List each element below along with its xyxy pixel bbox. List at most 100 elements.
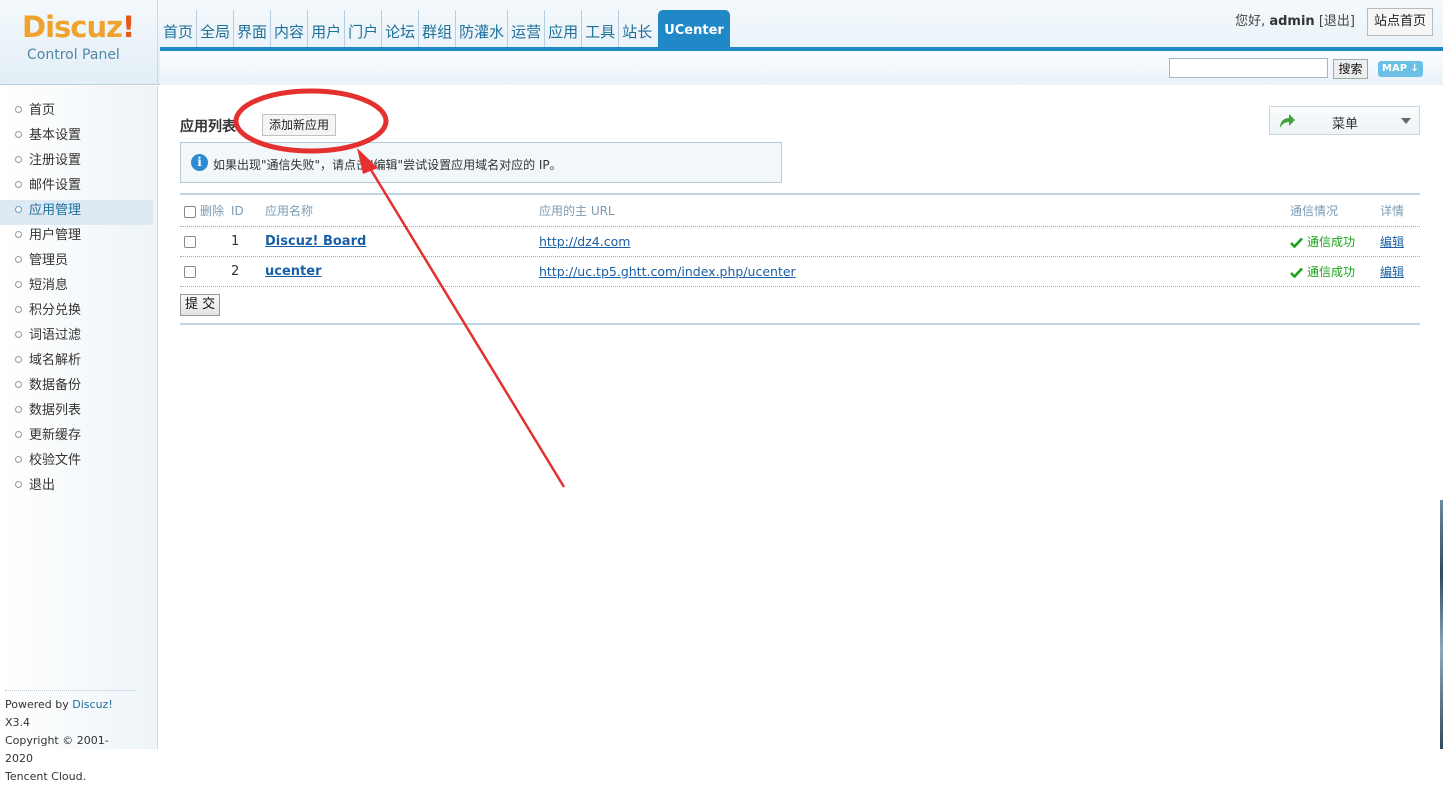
nav-item-content[interactable]: 内容 [271,10,309,48]
sidebar-item-label: 词语过滤 [29,328,82,343]
select-all-checkbox[interactable] [184,206,196,218]
sidebar-item[interactable]: 域名解析 [0,350,157,375]
row-checkbox[interactable] [184,266,196,278]
table-header: 删除 ID 应用名称 应用的主 URL 通信情况 详情 [180,195,1420,227]
sidebar-item-label: 管理员 [29,253,69,268]
bullet-icon [15,381,22,388]
nav-item-extended[interactable]: 运营 [508,10,546,48]
bullet-icon [15,431,22,438]
bullet-icon [15,156,22,163]
sidebar-item-label: 数据列表 [29,403,82,418]
copyright: Powered by Discuz! X3.4 Copyright © 2001… [5,690,135,786]
sidebar-item[interactable]: 更新缓存 [0,425,157,450]
top-nav: 首页 全局 界面 内容 用户 门户 论坛 群组 防灌水 运营 应用 工具 站长 … [160,10,730,48]
edit-link[interactable]: 编辑 [1380,227,1404,257]
sidebar-item[interactable]: 注册设置 [0,150,157,175]
bullet-icon [15,456,22,463]
nav-item-user[interactable]: 用户 [308,10,346,48]
header-detail: 详情 [1380,204,1405,218]
sidebar-item[interactable]: 数据备份 [0,375,157,400]
user-info: 您好, admin [退出] 站点首页 [1235,8,1433,36]
nav-item-tools[interactable]: 工具 [582,10,620,48]
app-name-link[interactable]: ucenter [265,257,321,287]
edit-link[interactable]: 编辑 [1380,257,1404,287]
sidebar-item[interactable]: 数据列表 [0,400,157,425]
nav-item-portal[interactable]: 门户 [345,10,383,48]
bullet-icon [15,206,22,213]
row-id: 2 [231,264,240,279]
logout-link[interactable]: [退出] [1319,14,1355,29]
logo-subtitle: Control Panel [27,47,120,63]
sidebar-item[interactable]: 基本设置 [0,125,157,150]
submit-button[interactable]: 提 交 [180,294,221,316]
logo[interactable]: Discuz! Control Panel [0,0,158,85]
nav-item-safe[interactable]: 防灌水 [456,10,509,48]
sidebar-item-label: 积分兑换 [29,303,82,318]
sidebar-item[interactable]: 短消息 [0,275,157,300]
nav-item-group[interactable]: 群组 [419,10,457,48]
sidebar-item[interactable]: 应用管理 [0,200,153,225]
app-name-link[interactable]: Discuz! Board [265,227,366,257]
nav-item-founder[interactable]: 站长 [619,10,655,48]
sidebar-item-label: 短消息 [29,278,69,293]
site-home-button[interactable]: 站点首页 [1366,8,1433,36]
discuz-link[interactable]: Discuz! [72,698,112,711]
bullet-icon [15,306,22,313]
menu-dropdown[interactable]: 菜单 [1269,106,1420,135]
app-url-link[interactable]: http://uc.tp5.ghtt.com/index.php/ucenter [539,257,796,287]
sidebar-item[interactable]: 退出 [0,475,157,500]
sidebar-item[interactable]: 用户管理 [0,225,157,250]
bullet-icon [15,131,22,138]
sidebar-item-label: 退出 [29,478,56,493]
nav-item-forum[interactable]: 论坛 [382,10,420,48]
sidebar-item[interactable]: 积分兑换 [0,300,157,325]
row-checkbox[interactable] [184,236,196,248]
chevron-down-icon [1401,118,1411,124]
header-name: 应用名称 [265,204,314,218]
sidebar-item[interactable]: 词语过滤 [0,325,157,350]
nav-item-plugin[interactable]: 应用 [545,10,583,48]
search-button[interactable]: 搜索 [1333,59,1368,79]
header-id: ID [231,204,244,218]
sidebar-item[interactable]: 校验文件 [0,450,157,475]
bullet-icon [15,106,22,113]
user-greeting: 您好, admin [退出] [1235,14,1355,29]
check-icon [1290,237,1303,248]
sidebar-item-label: 数据备份 [29,378,82,393]
status: 通信成功 [1290,257,1355,287]
sidebar-item-label: 域名解析 [29,353,82,368]
header: Discuz! Control Panel 首页 全局 界面 内容 用户 门户 … [0,0,1443,85]
nav-item-style[interactable]: 界面 [234,10,272,48]
nav-item-home[interactable]: 首页 [160,10,198,48]
nav-item-global[interactable]: 全局 [197,10,235,48]
add-app-button[interactable]: 添加新应用 [262,114,337,136]
divider [180,323,1420,325]
bullet-icon [15,356,22,363]
header-delete: 删除 [200,204,225,218]
sidebar-item-label: 更新缓存 [29,428,82,443]
app-url-link[interactable]: http://dz4.com [539,227,630,257]
nav-item-ucenter[interactable]: UCenter [658,10,730,48]
sidebar-item-label: 应用管理 [29,203,82,218]
status: 通信成功 [1290,227,1355,257]
check-icon [1290,267,1303,278]
bullet-icon [15,231,22,238]
bullet-icon [15,406,22,413]
header-url: 应用的主 URL [539,204,615,218]
sidebar-item[interactable]: 管理员 [0,250,157,275]
page-title: 应用列表 [180,119,236,135]
app-table: 删除 ID 应用名称 应用的主 URL 通信情况 详情 1 Discuz! Bo… [180,193,1420,287]
search-input[interactable] [1169,58,1328,78]
info-icon: i [191,154,208,171]
info-tip: i 如果出现"通信失败"，请点击"编辑"尝试设置应用域名对应的 IP。 [180,142,782,183]
bullet-icon [15,281,22,288]
sidebar-item-label: 校验文件 [29,453,82,468]
sidebar-item[interactable]: 首页 [0,100,157,125]
bullet-icon [15,481,22,488]
sidebar: 首页基本设置 注册设置 邮件设置应用管理用户管理管理员短消息积分兑换词语过滤域名解析… [0,86,158,783]
username: admin [1269,14,1315,29]
bullet-icon [15,256,22,263]
sidebar-item-label: 首页 [29,103,56,118]
sidebar-item[interactable]: 邮件设置 [0,175,157,200]
map-button[interactable]: MAP ↓ [1378,61,1423,77]
